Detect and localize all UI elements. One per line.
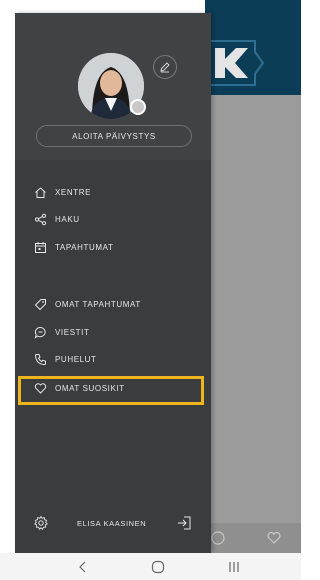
- edit-profile-button[interactable]: [153, 55, 177, 79]
- user-name: ELISA KAASINEN: [77, 519, 147, 528]
- heart-tab-icon[interactable]: [266, 530, 282, 546]
- nav-item-label: PUHELUT: [55, 354, 97, 364]
- tag-icon: [33, 297, 47, 311]
- nav-item-label: HAKU: [55, 214, 80, 224]
- system-navigation-bar: [0, 553, 301, 580]
- highlight-box: [18, 376, 204, 405]
- start-shift-button[interactable]: ALOITA PÄIVYSTYS: [36, 125, 192, 147]
- nav-item-label: OMAT TAPAHTUMAT: [55, 299, 141, 309]
- phone-icon: [33, 352, 47, 366]
- share-icon: [33, 212, 47, 226]
- nav-item-label: XENTRE: [55, 187, 92, 197]
- presence-status-dot: [130, 99, 146, 115]
- settings-gear-icon[interactable]: [33, 515, 49, 531]
- nav-item-haku[interactable]: HAKU: [33, 210, 80, 228]
- logout-icon[interactable]: [175, 514, 193, 532]
- nav-item-label: TAPAHTUMAT: [55, 242, 114, 252]
- navigation-drawer: ALOITA PÄIVYSTYS XENTRE HAKU TAPAHTUMAT: [15, 13, 211, 553]
- app-screen: ALOITA PÄIVYSTYS XENTRE HAKU TAPAHTUMAT: [0, 0, 301, 553]
- nav-item-tapahtumat[interactable]: TAPAHTUMAT: [33, 238, 113, 256]
- bottom-tab-bar: [205, 523, 301, 553]
- chat-tab-icon[interactable]: [210, 530, 226, 546]
- chat-icon: [33, 325, 47, 339]
- pencil-icon: [160, 62, 170, 73]
- brand-logo: [207, 40, 265, 86]
- recent-apps-icon[interactable]: [226, 559, 242, 575]
- home-button-icon[interactable]: [150, 559, 166, 575]
- calendar-icon: [33, 240, 47, 254]
- nav-item-viestit[interactable]: VIESTIT: [33, 323, 89, 341]
- drawer-footer: ELISA KAASINEN: [15, 510, 211, 540]
- nav-item-label: VIESTIT: [55, 327, 90, 337]
- nav-item-puhelut[interactable]: PUHELUT: [33, 350, 97, 368]
- back-icon[interactable]: [75, 559, 91, 575]
- nav-item-omat-tapahtumat[interactable]: OMAT TAPAHTUMAT: [33, 295, 141, 313]
- home-icon: [33, 185, 47, 199]
- nav-item-xentre[interactable]: XENTRE: [33, 183, 91, 201]
